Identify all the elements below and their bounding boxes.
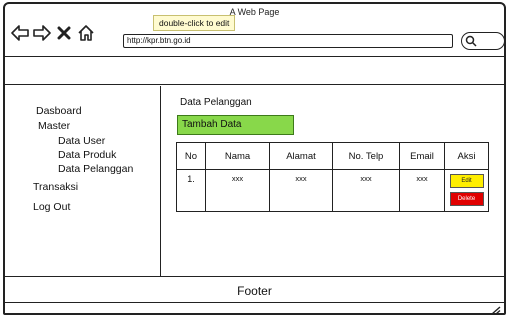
main-content: Data Pelanggan Tambah Data No Nama Alama…: [163, 86, 504, 276]
sidebar-item-master[interactable]: Master: [38, 120, 70, 132]
cell-nama: xxx: [205, 169, 270, 212]
search-icon: [465, 35, 477, 47]
resize-grip-icon[interactable]: [491, 302, 501, 315]
cell-alamat: xxx: [269, 169, 333, 212]
add-data-button[interactable]: Tambah Data: [177, 115, 294, 135]
cell-telp: xxx: [332, 169, 400, 212]
back-arrow-icon[interactable]: [11, 25, 29, 41]
footer: Footer: [237, 284, 272, 298]
sidebar: Dasboard Master Data User Data Produk Da…: [5, 86, 161, 276]
edit-button[interactable]: Edit: [449, 174, 484, 188]
cell-email: xxx: [399, 169, 445, 212]
sidebar-item-dasboard[interactable]: Dasboard: [36, 105, 82, 117]
tooltip: double-click to edit: [153, 15, 236, 31]
delete-button[interactable]: Delete: [449, 192, 484, 206]
page-title: Data Pelanggan: [180, 97, 252, 108]
column-header: Email: [399, 142, 445, 170]
column-header: No. Telp: [332, 142, 400, 170]
column-header: Alamat: [269, 142, 333, 170]
window-title: A Web Page: [229, 7, 280, 17]
forward-arrow-icon[interactable]: [33, 25, 51, 41]
header-divider: [5, 84, 504, 85]
browser-navbar: http://kpr.btn.go.id: [5, 18, 505, 50]
chrome-divider: [5, 56, 504, 57]
url-field[interactable]: http://kpr.btn.go.id: [123, 34, 453, 48]
footer-divider: [5, 276, 504, 277]
sidebar-item-data-produk[interactable]: Data Produk: [58, 149, 116, 161]
sidebar-item-data-user[interactable]: Data User: [58, 135, 105, 147]
table-row: 1. xxx xxx xxx xxx Edit Delete: [176, 169, 489, 212]
sidebar-item-log-out[interactable]: Log Out: [33, 201, 70, 213]
customer-table: No Nama Alamat No. Telp Email Aksi 1. xx…: [176, 142, 489, 212]
table-header-row: No Nama Alamat No. Telp Email Aksi: [176, 142, 489, 170]
search-box[interactable]: [461, 32, 505, 50]
column-header: No: [176, 142, 206, 170]
column-header: Aksi: [444, 142, 489, 170]
cell-no: 1.: [176, 169, 206, 212]
cell-actions: Edit Delete: [444, 169, 489, 212]
sidebar-item-transaksi[interactable]: Transaksi: [33, 181, 78, 193]
bottom-divider: [5, 302, 504, 303]
browser-window: A Web Page double-click to edit http://k…: [3, 2, 506, 315]
home-icon[interactable]: [77, 25, 95, 41]
close-icon[interactable]: [57, 25, 71, 41]
sidebar-item-data-pelanggan[interactable]: Data Pelanggan: [58, 163, 133, 175]
column-header: Nama: [205, 142, 270, 170]
